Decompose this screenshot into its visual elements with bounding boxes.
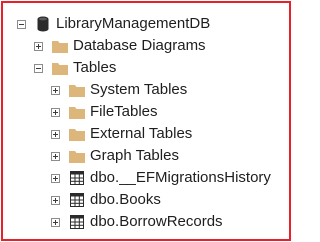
tree-node-label: LibraryManagementDB bbox=[56, 15, 211, 32]
expand-toggle[interactable] bbox=[51, 85, 60, 95]
folder-icon bbox=[69, 126, 85, 142]
expand-toggle[interactable] bbox=[51, 129, 60, 139]
expand-toggle[interactable] bbox=[51, 217, 60, 227]
tree-node-label: dbo.Books bbox=[90, 191, 161, 208]
tree-node-table-borrowrecords[interactable]: dbo.BorrowRecords bbox=[51, 211, 223, 233]
table-icon bbox=[69, 192, 85, 208]
tree-node-tables[interactable]: Tables bbox=[34, 57, 116, 79]
folder-icon bbox=[69, 104, 85, 120]
collapse-toggle[interactable] bbox=[17, 19, 26, 29]
folder-icon bbox=[52, 60, 68, 76]
tree-node-label: Database Diagrams bbox=[73, 37, 206, 54]
tree-node-graph-tables[interactable]: Graph Tables bbox=[51, 145, 179, 167]
tree-node-label: FileTables bbox=[90, 103, 158, 120]
tree-node-label: dbo.__EFMigrationsHistory bbox=[90, 169, 271, 186]
table-icon bbox=[69, 170, 85, 186]
tree-node-filetables[interactable]: FileTables bbox=[51, 101, 158, 123]
tree-node-external-tables[interactable]: External Tables bbox=[51, 123, 192, 145]
table-icon bbox=[69, 214, 85, 230]
tree-node-label: Tables bbox=[73, 59, 117, 76]
tree-node-database-diagrams[interactable]: Database Diagrams bbox=[34, 35, 206, 57]
expand-toggle[interactable] bbox=[51, 107, 60, 117]
tree-node-database[interactable]: LibraryManagementDB bbox=[17, 13, 210, 35]
tree-node-table-books[interactable]: dbo.Books bbox=[51, 189, 161, 211]
folder-icon bbox=[69, 82, 85, 98]
expand-toggle[interactable] bbox=[51, 151, 60, 161]
tree-node-label: dbo.BorrowRecords bbox=[90, 213, 223, 230]
tree-node-system-tables[interactable]: System Tables bbox=[51, 79, 187, 101]
collapse-toggle[interactable] bbox=[34, 63, 43, 73]
folder-icon bbox=[69, 148, 85, 164]
expand-toggle[interactable] bbox=[51, 195, 60, 205]
tree-node-table-efmigrationshistory[interactable]: dbo.__EFMigrationsHistory bbox=[51, 167, 271, 189]
tree-node-label: System Tables bbox=[90, 81, 188, 98]
expand-toggle[interactable] bbox=[51, 173, 60, 183]
highlight-frame: LibraryManagementDB Database Diagrams Ta… bbox=[1, 1, 291, 241]
expand-toggle[interactable] bbox=[34, 41, 43, 51]
object-explorer-tree: LibraryManagementDB Database Diagrams Ta… bbox=[3, 3, 289, 239]
tree-node-label: External Tables bbox=[90, 125, 193, 142]
tree-node-label: Graph Tables bbox=[90, 147, 179, 164]
folder-icon bbox=[52, 38, 68, 54]
database-icon bbox=[35, 16, 51, 32]
